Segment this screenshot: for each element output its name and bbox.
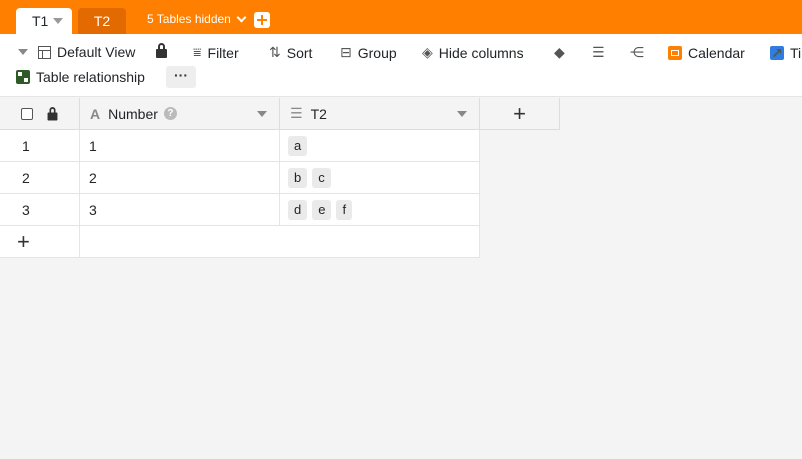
table-tab-bar: T1 T2 5 Tables hidden — [0, 0, 802, 34]
group-button[interactable]: ⊟ Group — [340, 44, 397, 61]
timeline-plugin-button[interactable]: ↗ Ti — [770, 45, 801, 61]
link-tag[interactable]: f — [336, 199, 353, 220]
link-tag[interactable]: a — [288, 135, 308, 156]
row-height-icon: ☰ — [592, 44, 605, 60]
link-cell[interactable]: b c — [280, 162, 480, 194]
row-index[interactable]: 2 — [0, 162, 80, 194]
add-row-area[interactable] — [80, 226, 480, 258]
add-table-button[interactable] — [254, 12, 270, 28]
link-cell[interactable]: a — [280, 130, 480, 162]
hidden-tables-dropdown[interactable]: 5 Tables hidden — [147, 12, 247, 26]
row-index[interactable]: 1 — [0, 130, 80, 162]
share-icon: ⋲ — [630, 44, 644, 60]
hide-columns-label: Hide columns — [438, 44, 524, 61]
view-selector-button[interactable]: Default View — [38, 44, 135, 60]
column-header-t2[interactable]: ☰ T2 — [280, 98, 480, 130]
table-relationship-button[interactable]: Table relationship — [16, 69, 145, 85]
link-cell[interactable]: d e f — [280, 194, 480, 226]
hidden-tables-label: 5 Tables hidden — [147, 12, 231, 26]
link-tag[interactable]: e — [312, 199, 332, 220]
tab-label: T1 — [32, 13, 49, 29]
eye-off-icon: ◈ — [422, 44, 433, 60]
add-column-button[interactable]: + — [480, 98, 560, 130]
help-icon[interactable]: ? — [163, 107, 177, 120]
column-header-number[interactable]: A Number ? — [80, 98, 280, 130]
row-number: 1 — [22, 137, 30, 154]
column-name: T2 — [310, 105, 327, 122]
paint-bucket-icon: ◆ — [554, 44, 565, 60]
lock-view-button[interactable] — [156, 43, 167, 58]
chevron-down-icon[interactable] — [457, 111, 467, 117]
filter-button[interactable]: ⩸ Filter — [193, 44, 239, 61]
view-name: Default View — [57, 44, 136, 60]
hide-columns-button[interactable]: ◈ Hide columns — [422, 44, 524, 61]
sort-label: Sort — [286, 44, 313, 61]
chevron-down-icon — [236, 12, 247, 22]
row-index[interactable]: 3 — [0, 194, 80, 226]
row-height-button[interactable]: ☰ — [592, 44, 611, 61]
select-all-checkbox[interactable] — [21, 108, 33, 120]
plugin-icon: ↗ — [770, 45, 784, 61]
chevron-down-icon[interactable] — [53, 18, 63, 24]
sort-icon: ⇅ — [269, 44, 281, 60]
number-cell[interactable]: 3 — [80, 194, 280, 226]
more-options-button[interactable]: ··· — [166, 66, 196, 88]
filter-label: Filter — [207, 44, 239, 61]
link-tag[interactable]: d — [288, 199, 308, 220]
tab-t1[interactable]: T1 — [16, 8, 72, 34]
row-color-button[interactable]: ◆ — [554, 44, 571, 61]
table-grid-icon — [38, 45, 51, 59]
filter-icon: ⩸ — [193, 44, 202, 60]
number-cell[interactable]: 1 — [80, 130, 280, 162]
relationship-icon — [16, 70, 30, 84]
calendar-label: Calendar — [688, 45, 745, 61]
cell-value: 1 — [89, 137, 97, 154]
lock-icon — [156, 43, 167, 58]
group-icon: ⊟ — [340, 44, 352, 60]
share-view-button[interactable]: ⋲ — [630, 44, 650, 61]
header-row-controls — [0, 98, 80, 130]
chevron-down-icon[interactable] — [257, 111, 267, 117]
row-number: 3 — [22, 201, 30, 218]
plus-icon: + — [513, 100, 526, 126]
link-tag[interactable]: b — [288, 167, 308, 188]
column-name: Number — [108, 105, 158, 122]
text-type-icon: A — [90, 105, 101, 122]
tab-t2[interactable]: T2 — [78, 8, 126, 34]
cell-value: 3 — [89, 201, 97, 218]
calendar-plugin-button[interactable]: Calendar — [668, 45, 745, 61]
collapse-view-icon[interactable] — [18, 49, 28, 55]
plugin-label: Ti — [790, 45, 802, 61]
row-number: 2 — [22, 169, 30, 186]
lock-icon[interactable] — [47, 107, 58, 121]
plus-icon: + — [17, 228, 30, 254]
more-icon: ··· — [174, 67, 188, 83]
number-cell[interactable]: 2 — [80, 162, 280, 194]
link-tag[interactable]: c — [312, 167, 331, 188]
table-relationship-label: Table relationship — [36, 69, 145, 85]
view-toolbar: Default View ⩸ Filter ⇅ Sort ⊟ Group ◈ H… — [0, 34, 802, 97]
sort-button[interactable]: ⇅ Sort — [269, 44, 312, 61]
link-type-icon: ☰ — [290, 105, 303, 121]
tab-label: T2 — [93, 13, 111, 29]
add-row-button[interactable]: + — [0, 226, 80, 258]
calendar-icon — [668, 46, 682, 60]
cell-value: 2 — [89, 169, 97, 186]
group-label: Group — [357, 44, 397, 61]
